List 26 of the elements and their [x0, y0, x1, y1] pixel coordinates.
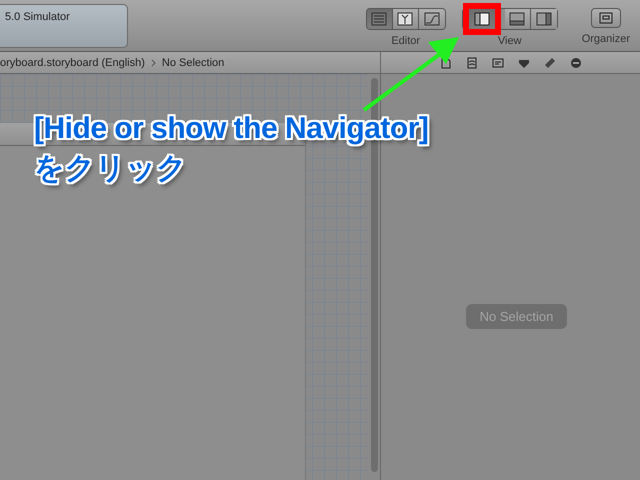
window-icon	[598, 12, 613, 24]
file-icon[interactable]	[440, 56, 452, 68]
editor-button[interactable]	[418, 9, 445, 29]
jump-bar-item[interactable]: No Selection	[162, 56, 224, 68]
chevron-icon	[150, 58, 156, 66]
editor-label: Editor	[391, 35, 420, 47]
right-pane-icon	[536, 12, 552, 26]
ruler-icon[interactable]	[544, 56, 556, 68]
view-button[interactable]	[504, 9, 531, 29]
jump-bar-item[interactable]: oryboard.storyboard (English)	[0, 56, 145, 68]
view-button[interactable]	[530, 9, 557, 29]
annotation-text: [Hide or show the Navigator]	[34, 112, 428, 146]
arrow-icon	[362, 36, 460, 112]
scheme-selector[interactable]: 5.0 Simulator	[0, 4, 128, 48]
view-label: View	[498, 35, 522, 47]
lines-icon	[371, 12, 388, 26]
organizer-button[interactable]	[590, 8, 621, 28]
editor-button[interactable]	[392, 9, 419, 29]
organizer-label: Organizer	[582, 33, 630, 45]
connections-icon[interactable]	[570, 56, 582, 68]
bottom-pane-icon	[509, 12, 526, 26]
id-card-icon[interactable]	[492, 56, 504, 68]
view-button[interactable]	[462, 3, 501, 35]
left-pane-icon	[474, 12, 490, 26]
annotation-text: をクリック	[34, 151, 188, 187]
curve-icon	[424, 12, 440, 26]
